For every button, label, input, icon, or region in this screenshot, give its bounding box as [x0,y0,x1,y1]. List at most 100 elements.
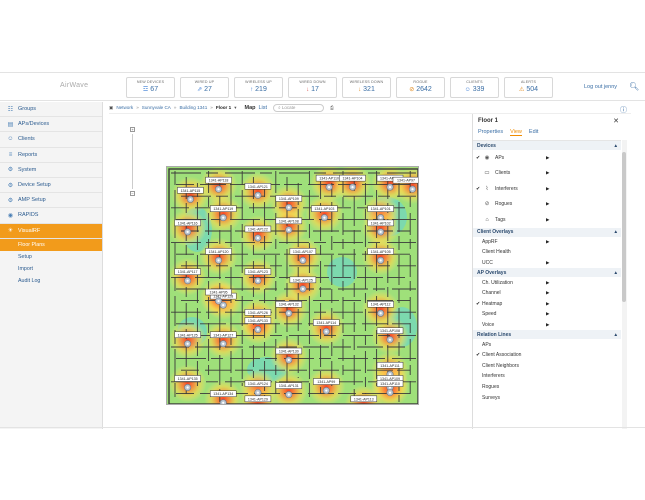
ap-label: 1341-AP116 [178,221,198,225]
overlay-row-speed[interactable]: Speed ▶ [473,309,621,320]
overlay-row-rogues[interactable]: ⊘ Rogues ▶ [473,197,621,213]
ap-label: 1341-AP107 [293,250,313,254]
sidebar-item-label: System [18,166,37,173]
stat-new-devices[interactable]: NEW DEVICES ☲ 67 [126,77,175,98]
stat-rogue[interactable]: ROGUE ⊘ 2642 [396,77,445,98]
zoom-track[interactable] [132,134,133,189]
sidebar-item-clients[interactable]: ☺ Clients [0,132,102,148]
tab-map[interactable]: Map [245,105,256,111]
stat-wireless-down[interactable]: WIRELESS DOWN ↓ 321 [342,77,391,98]
stat-value: 321 [363,86,375,93]
submenu-arrow-icon: ▶ [546,238,550,244]
overlay-row-interferers[interactable]: Interferers [473,371,621,382]
floor-menu-icon[interactable]: ▾ [234,105,236,111]
stat-alerts[interactable]: ALERTS ⚠ 504 [504,77,553,98]
stat-value-row: ↑ 219 [235,86,282,93]
section-client-overlays[interactable]: Client Overlays ▴ [473,227,621,237]
submenu-arrow-icon: ▶ [546,185,550,191]
ap-icon-dot [217,299,220,303]
ap-icon-dot [301,287,304,290]
ap-label: 1341-AP131 [279,384,299,388]
sidebar-item-device-setup[interactable]: ⚙ Device Setup [0,178,102,194]
locate-input[interactable]: ⌕ Locate [273,103,325,112]
ap-label: 1341-AP125 [178,333,198,337]
wireless-up-icon: ↑ [250,86,254,93]
sidebar-item-system[interactable]: ⚙ System [0,163,102,178]
section-devices[interactable]: Devices ▴ [473,141,621,150]
sidebar-item-visualrf[interactable]: ☀ VisualRF [0,223,102,239]
overlay-row-rogues[interactable]: Rogues [473,382,621,393]
search-icon[interactable]: 🔍︎ [629,82,639,91]
stat-label: NEW DEVICES [136,80,165,84]
breadcrumb-campus[interactable]: Sunnyvale CA [142,105,171,110]
sidebar-item-label: Groups [18,106,37,113]
stat-value: 17 [311,86,319,93]
submenu-arrow-icon: ▶ [546,290,550,296]
sidebar-subitem-audit-log[interactable]: Audit Log [0,275,102,287]
zoom-in-button[interactable]: + [130,127,135,132]
tab-edit[interactable]: Edit [529,129,538,136]
breadcrumb-network[interactable]: Network [116,105,133,110]
ap-label: 1341-AP105 [371,250,391,254]
sidebar-subitem-import[interactable]: Import [0,263,102,275]
breadcrumb-building[interactable]: Building 1341 [179,105,207,110]
overlay-row-ucc[interactable]: UCC ▶ [473,258,621,269]
ap-label: 1341-AP103 [314,207,334,211]
ap-icon-dot [379,230,382,233]
ap-icon-dot [325,330,328,333]
section-ap-overlays[interactable]: AP Overlays ▴ [473,268,621,278]
ap-icon-dot [287,393,290,396]
heat-spot [238,214,277,253]
tab-list[interactable]: List [259,105,268,111]
collapse-icon[interactable]: ▴ [614,143,617,149]
collapse-icon[interactable]: ▴ [614,229,617,235]
logout-link[interactable]: Log out jenny [584,84,617,90]
home-icon[interactable]: ▣ [109,105,113,111]
sidebar-item-groups[interactable]: ☷ Groups [0,102,102,118]
overlay-row-surveys[interactable]: Surveys [473,392,621,403]
zoom-out-button[interactable]: − [130,191,135,196]
overlay-row-clients[interactable]: ▭ Clients ▶ [473,166,621,182]
overlay-row-ch-utilization[interactable]: Ch. Utilization ▶ [473,277,621,288]
stat-wired-up[interactable]: WIRED UP ⇗ 27 [180,77,229,98]
floor-plan-canvas[interactable]: + − 1341-AP118 1341-AP121 1341-AP110 134… [110,117,470,425]
tab-view[interactable]: View [510,129,522,136]
collapse-icon[interactable]: ▴ [614,270,617,276]
overlay-label: Clients [495,170,511,177]
stat-wireless-up[interactable]: WIRELESS UP ↑ 219 [234,77,283,98]
floor-plan-map[interactable]: 1341-AP118 1341-AP121 1341-AP110 1341-AP104… [166,166,419,405]
ap-label: 1341-AP102 [371,221,391,225]
close-icon[interactable]: ✕ [613,117,619,125]
sidebar-subitem-setup[interactable]: Setup [0,251,102,263]
overlay-row-client-health[interactable]: Client Health [473,247,621,258]
overlay-row-interferers[interactable]: ✔ ⌇ Interferers ▶ [473,181,621,197]
collapse-icon[interactable]: ▴ [614,332,617,338]
overlay-row-channel[interactable]: Channel ▶ [473,288,621,299]
sidebar-item-reports[interactable]: ≡ Reports [0,148,102,163]
overlay-row-tags[interactable]: ⌂ Tags ▶ [473,212,621,228]
sidebar-item-aps-devices[interactable]: ▤ APs/Devices [0,117,102,133]
panel-scrollbar[interactable] [622,140,627,429]
ap-icon-dot [222,304,225,307]
stat-wired-down[interactable]: WIRED DOWN ↓ 17 [288,77,337,98]
overlay-row-voice[interactable]: Voice ▶ [473,320,621,331]
overlay-label: Tags [495,216,506,223]
overlay-row-client-neighbors[interactable]: Client Neighbors [473,360,621,371]
sidebar-item-amp-setup[interactable]: ⚙ AMP Setup [0,193,102,209]
print-icon[interactable]: ⎙ [330,105,334,110]
stat-label: WIRELESS DOWN [349,80,384,84]
overlay-row-aps[interactable]: APs [473,339,621,350]
stat-clients[interactable]: CLIENTS ☺ 339 [450,77,499,98]
tab-properties[interactable]: Properties [478,129,503,136]
zoom-slider[interactable]: + − [130,127,135,200]
ap-icon-dot [222,401,225,404]
ap-icon-dot [379,216,382,219]
overlay-row-apprf[interactable]: AppRF ▶ [473,237,621,248]
overlay-row-client-association[interactable]: ✔ Client Association [473,350,621,361]
overlay-row-aps[interactable]: ✔ ◉ APs ▶ [473,150,621,166]
overlay-row-heatmap[interactable]: ✔ Heatmap ▶ [473,298,621,309]
section-relation-lines[interactable]: Relation Lines ▴ [473,330,621,340]
sidebar-item-rapids[interactable]: ◉ RAPIDS [0,208,102,224]
sidebar-subitem-floor-plans[interactable]: Floor Plans [0,238,102,251]
scroll-thumb[interactable] [622,152,626,302]
